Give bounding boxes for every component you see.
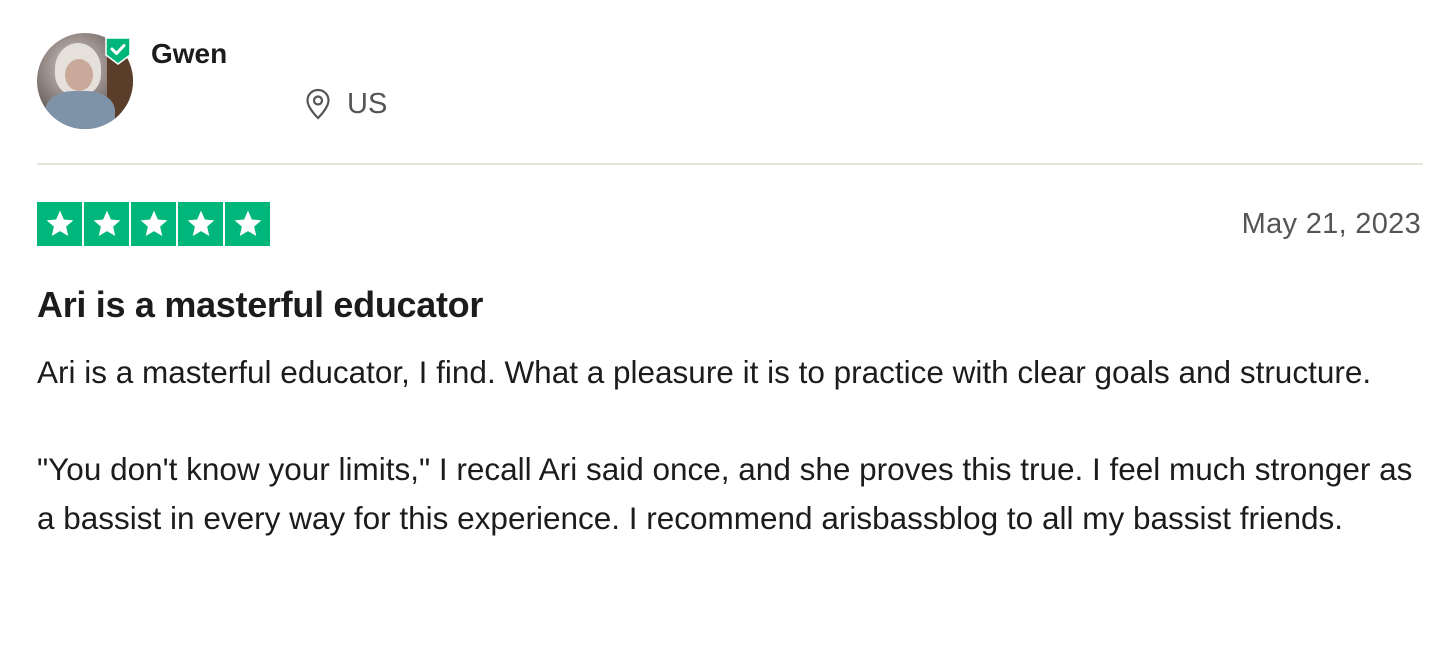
star-icon xyxy=(131,202,176,246)
review-paragraph: "You don't know your limits," I recall A… xyxy=(37,451,1413,536)
review-body: Ari is a masterful educator, I find. Wha… xyxy=(37,348,1437,542)
header-divider xyxy=(37,163,1423,165)
review-date: May 21, 2023 xyxy=(1241,208,1421,240)
star-icon xyxy=(225,202,270,246)
star-icon xyxy=(84,202,129,246)
reviewer-name[interactable]: Gwen xyxy=(151,38,227,70)
verified-check-badge-icon xyxy=(105,37,131,65)
star-icon xyxy=(37,202,82,246)
star-icon xyxy=(178,202,223,246)
star-rating xyxy=(37,202,270,246)
review-card: Gwen US May 21, 2023 Ari is a masterful … xyxy=(0,0,1456,670)
avatar-shirt-detail xyxy=(45,91,115,129)
review-title[interactable]: Ari is a masterful educator xyxy=(37,284,483,326)
reviewer-location: US xyxy=(305,86,387,122)
review-paragraph: Ari is a masterful educator, I find. Wha… xyxy=(37,354,1372,390)
location-pin-icon xyxy=(306,88,330,120)
location-label: US xyxy=(347,88,388,120)
reviewer-avatar-wrapper[interactable] xyxy=(37,33,133,129)
avatar-face-detail xyxy=(65,59,93,91)
